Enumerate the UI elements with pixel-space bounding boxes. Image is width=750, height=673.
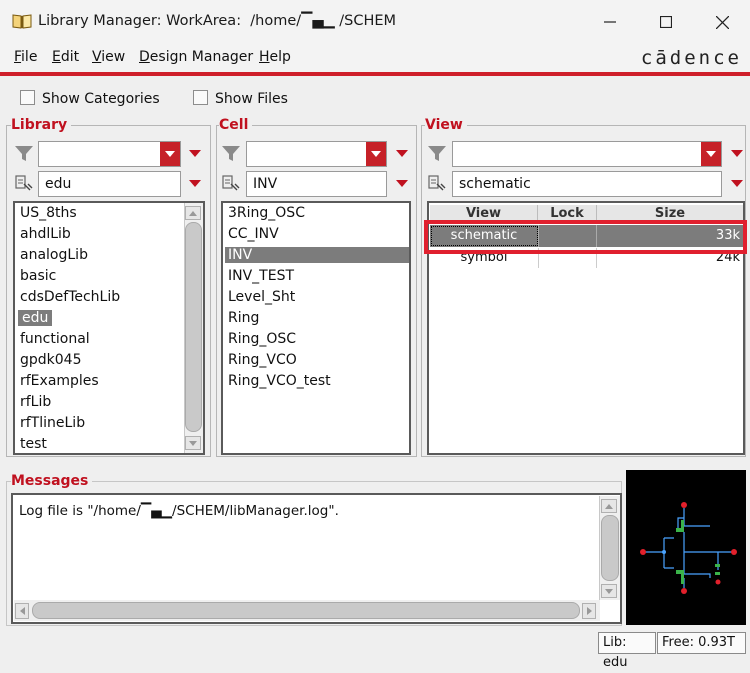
cadence-logo: cādence [640, 47, 742, 69]
messages-scroll-thumb[interactable] [601, 515, 619, 581]
close-button[interactable] [694, 0, 750, 44]
scroll-right-button[interactable] [582, 603, 596, 619]
menu-help[interactable]: Help [259, 49, 291, 65]
scroll-down-icon [605, 588, 613, 594]
view-filter-menu-arrow[interactable] [731, 150, 743, 157]
minimize-icon [604, 21, 616, 23]
show-categories-label: Show Categories [42, 91, 160, 107]
minimize-button[interactable] [582, 0, 638, 44]
log-message: Log file is "/home/▔▄▁/SCHEM/libManager.… [19, 503, 339, 519]
list-item[interactable]: rfTlineLib [20, 415, 85, 431]
filter-text-icon [428, 175, 446, 191]
scroll-right-icon [586, 607, 592, 615]
scroll-up-icon [605, 503, 613, 509]
highlight-box [424, 220, 747, 254]
scroll-down-button[interactable] [601, 584, 617, 598]
list-item[interactable]: gpdk045 [20, 352, 82, 368]
show-categories-checkbox[interactable] [20, 90, 35, 105]
scroll-left-button[interactable] [15, 603, 29, 619]
list-item-selected[interactable]: INV [225, 247, 409, 263]
filter-text-icon [222, 175, 240, 191]
menu-view[interactable]: View [92, 49, 125, 65]
library-filter-input[interactable]: edu [38, 171, 181, 197]
scroll-up-icon [189, 210, 197, 216]
menu-edit[interactable]: Edit [52, 49, 79, 65]
list-item[interactable]: rfExamples [20, 373, 99, 389]
close-icon [715, 15, 729, 29]
view-category-dropdown[interactable] [701, 142, 721, 166]
view-filter-input[interactable]: schematic [452, 171, 722, 197]
chevron-down-icon [706, 151, 716, 157]
list-item[interactable]: Ring_VCO_test [228, 373, 331, 389]
list-item[interactable]: 3Ring_OSC [228, 205, 305, 221]
list-item-selected[interactable]: edu [18, 310, 53, 326]
library-name-menu-arrow[interactable] [189, 180, 201, 187]
schematic-preview [626, 470, 746, 625]
window-title: Library Manager: WorkArea: /home/▔▄▁ /SC… [38, 13, 397, 29]
library-scroll-thumb[interactable] [185, 222, 202, 432]
messages-hscroll-thumb[interactable] [32, 602, 580, 619]
scroll-left-icon [19, 607, 25, 615]
list-item[interactable]: CC_INV [228, 226, 279, 242]
filter-funnel-icon[interactable] [427, 145, 447, 163]
chevron-down-icon [165, 151, 175, 157]
scroll-down-icon [189, 440, 197, 446]
view-section-title: View [425, 117, 467, 133]
library-list[interactable]: US_8ths ahdlLib analogLib basic cdsDefTe… [13, 201, 205, 455]
chevron-down-icon [371, 151, 381, 157]
list-item[interactable]: Level_Sht [228, 289, 295, 305]
menu-file[interactable]: File [14, 49, 37, 65]
list-item[interactable]: INV_TEST [228, 268, 294, 284]
scroll-up-button[interactable] [601, 499, 617, 513]
menu-design-manager[interactable]: Design Manager [139, 49, 253, 65]
list-item[interactable]: rfLib [20, 394, 51, 410]
cell-section-title: Cell [219, 117, 253, 133]
cell-filter-menu-arrow[interactable] [396, 150, 408, 157]
cell-name-menu-arrow[interactable] [396, 180, 408, 187]
cell-filter-input[interactable]: INV [246, 171, 387, 197]
show-files-checkbox[interactable] [193, 90, 208, 105]
maximize-icon [660, 16, 672, 28]
list-item[interactable]: ahdlLib [20, 226, 71, 242]
list-item[interactable]: cdsDefTechLib [20, 289, 120, 305]
library-section-title: Library [11, 117, 72, 133]
filter-funnel-icon[interactable] [14, 145, 34, 163]
list-item[interactable]: US_8ths [20, 205, 77, 221]
cell-category-dropdown[interactable] [366, 142, 386, 166]
maximize-button[interactable] [638, 0, 694, 44]
list-item[interactable]: test [20, 436, 47, 452]
filter-text-icon [15, 175, 33, 191]
list-item[interactable]: Ring_OSC [228, 331, 296, 347]
filter-funnel-icon[interactable] [221, 145, 241, 163]
scroll-up-button[interactable] [185, 206, 201, 220]
view-name-menu-arrow[interactable] [731, 180, 743, 187]
list-item[interactable]: Ring_VCO [228, 352, 297, 368]
list-item[interactable]: functional [20, 331, 90, 347]
library-category-dropdown[interactable] [160, 142, 180, 166]
library-book-icon [12, 14, 32, 29]
list-item[interactable]: analogLib [20, 247, 88, 263]
list-item[interactable]: Ring [228, 310, 259, 326]
view-category-combo[interactable] [452, 141, 722, 167]
library-filter-menu-arrow[interactable] [189, 150, 201, 157]
scroll-down-button[interactable] [185, 436, 201, 450]
status-free-space: Free: 0.93T [657, 632, 746, 654]
cell-list[interactable]: 3Ring_OSC CC_INV INV INV_TEST Level_Sht … [221, 201, 411, 455]
status-library: Lib: edu [598, 632, 656, 670]
show-files-label: Show Files [215, 91, 288, 107]
messages-section-title: Messages [11, 473, 93, 489]
list-item[interactable]: basic [20, 268, 56, 284]
menu-divider [0, 72, 750, 76]
